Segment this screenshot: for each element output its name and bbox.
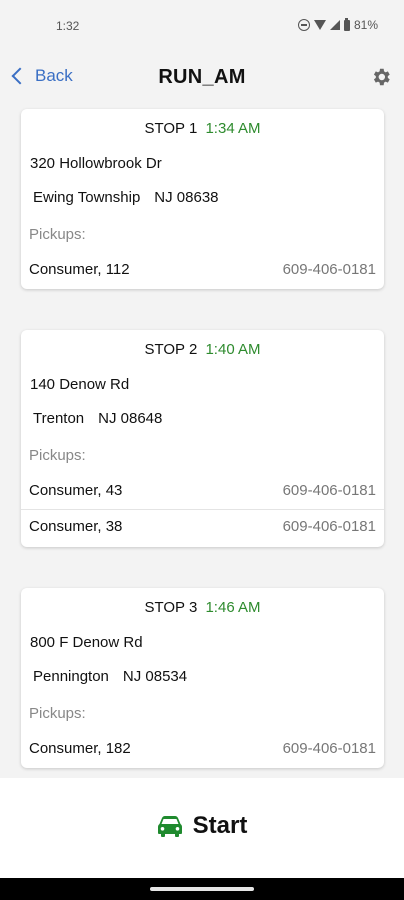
stop-city: Pennington <box>33 668 109 685</box>
gear-icon <box>373 68 390 86</box>
pickup-phone[interactable]: 609-406-0181 <box>283 482 376 499</box>
battery-percent: 81% <box>353 18 378 32</box>
stop-time: 1:40 AM <box>205 341 261 358</box>
stop-city-line: Trenton NJ 08648 <box>33 410 162 427</box>
pickup-row[interactable]: Consumer, 38 609-406-0181 <box>21 509 384 545</box>
battery-icon <box>343 17 350 31</box>
stop-label: STOP 1 <box>144 120 198 137</box>
cellular-signal-icon <box>329 20 340 30</box>
stop-city-line: Ewing Township NJ 08638 <box>33 189 219 206</box>
system-nav-bar <box>0 878 404 900</box>
pickup-row[interactable]: Consumer, 182 609-406-0181 <box>21 731 384 767</box>
pickups-label: Pickups: <box>29 226 86 243</box>
status-time: 1:32 <box>56 19 80 33</box>
pickup-name: Consumer, 182 <box>29 740 131 757</box>
stop-city: Trenton <box>33 410 85 427</box>
bottom-bar: Start <box>0 778 404 878</box>
stop-street: 800 F Denow Rd <box>30 634 143 651</box>
pickup-name: Consumer, 112 <box>29 261 130 278</box>
pickup-row[interactable]: Consumer, 43 609-406-0181 <box>21 473 384 509</box>
stop-state-zip: NJ 08648 <box>98 410 163 427</box>
stop-header: STOP 3 1:46 AM <box>21 599 384 616</box>
stop-state-zip: NJ 08534 <box>122 668 188 685</box>
stop-street: 140 Denow Rd <box>30 376 130 393</box>
settings-button[interactable] <box>370 66 392 88</box>
car-icon <box>157 816 182 837</box>
pickup-name: Consumer, 38 <box>29 518 123 535</box>
stop-card-2[interactable]: STOP 2 1:40 AM 140 Denow Rd Trenton NJ 08… <box>21 330 384 547</box>
stop-street: 320 Hollowbrook Dr <box>30 155 162 172</box>
pickup-name: Consumer, 43 <box>29 482 123 499</box>
start-label: Start <box>192 812 248 839</box>
stop-header: STOP 2 1:40 AM <box>21 341 384 358</box>
stop-time: 1:34 AM <box>205 120 261 137</box>
stop-header: STOP 1 1:34 AM <box>21 120 384 137</box>
stop-city: Ewing Township <box>33 189 141 206</box>
stop-label: STOP 2 <box>144 341 198 358</box>
pickup-phone[interactable]: 609-406-0181 <box>283 518 376 535</box>
pickup-phone[interactable]: 609-406-0181 <box>283 740 376 757</box>
page-title: RUN_AM <box>158 66 246 88</box>
stop-card-3[interactable]: STOP 3 1:46 AM 800 F Denow Rd Pennington… <box>21 588 384 768</box>
pickups-label: Pickups: <box>29 705 86 722</box>
pickups-label: Pickups: <box>29 447 86 464</box>
stop-time: 1:46 AM <box>205 599 261 616</box>
stop-card-1[interactable]: STOP 1 1:34 AM 320 Hollowbrook Dr Ewing … <box>21 109 384 289</box>
pickup-phone[interactable]: 609-406-0181 <box>283 261 376 278</box>
start-button[interactable]: Start <box>0 812 404 840</box>
home-gesture-handle[interactable] <box>150 887 254 891</box>
do-not-disturb-icon <box>297 19 310 31</box>
stop-city-line: Pennington NJ 08534 <box>33 668 187 685</box>
pickup-row[interactable]: Consumer, 112 609-406-0181 <box>21 252 384 288</box>
stop-state-zip: NJ 08638 <box>154 189 219 206</box>
status-icons: 81% <box>297 17 378 32</box>
stop-label: STOP 3 <box>144 599 198 616</box>
row-divider <box>21 509 384 510</box>
status-bar: 1:32 81% <box>0 0 404 52</box>
wifi-icon <box>313 20 326 30</box>
app-header: Back RUN_AM <box>0 52 404 108</box>
